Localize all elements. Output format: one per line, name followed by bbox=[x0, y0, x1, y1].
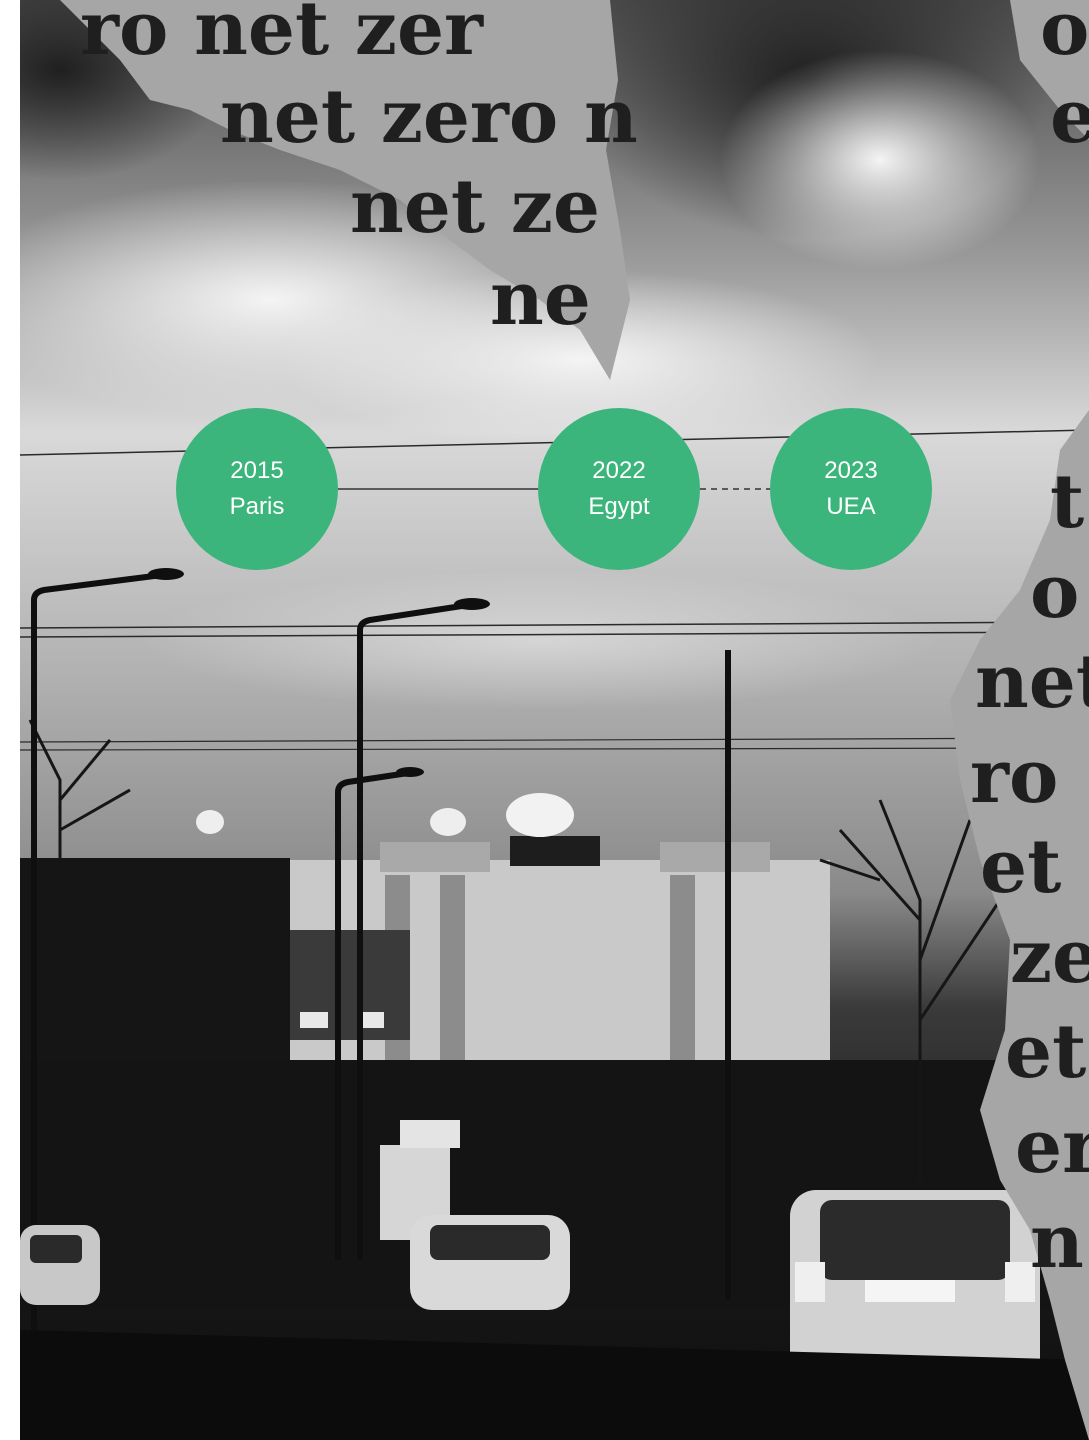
car-left bbox=[20, 1225, 100, 1305]
milestone-year: 2023 bbox=[824, 457, 878, 484]
cloud bbox=[140, 570, 940, 710]
milestone-2023-uea: 2023 UEA bbox=[770, 408, 932, 570]
lamp-head bbox=[396, 767, 424, 777]
milestone-2022-egypt: 2022 Egypt bbox=[538, 408, 700, 570]
factory-column bbox=[670, 875, 695, 1065]
paper-text: net bbox=[975, 639, 1089, 725]
milestone-2015-paris: 2015 Paris bbox=[176, 408, 338, 570]
paper-text: er bbox=[1015, 1104, 1089, 1190]
paper-text: o bbox=[1030, 549, 1080, 635]
paper-text: t bbox=[1050, 459, 1085, 545]
paper-text: et bbox=[980, 824, 1062, 910]
milestone-place: Paris bbox=[229, 493, 285, 520]
street-sign bbox=[400, 1120, 460, 1148]
paper-text: net ze bbox=[350, 164, 600, 250]
cloud bbox=[720, 50, 1040, 270]
power-line bbox=[20, 747, 1089, 751]
window bbox=[360, 1012, 384, 1028]
power-line bbox=[20, 737, 1089, 743]
factory-roof-unit bbox=[660, 842, 770, 872]
milestone-year: 2015 bbox=[230, 457, 284, 484]
factory-roof-unit bbox=[380, 842, 490, 872]
paper-text: ne bbox=[490, 256, 591, 342]
paper-text: e bbox=[1050, 74, 1089, 160]
lamp-head bbox=[454, 598, 490, 610]
steam bbox=[430, 808, 466, 836]
steam bbox=[506, 793, 574, 837]
factory-roof-unit bbox=[510, 836, 600, 866]
paper-text: ro net zer bbox=[80, 0, 484, 72]
steam bbox=[196, 810, 224, 834]
paper-text: net zero n bbox=[220, 74, 638, 160]
paper-text: zer bbox=[1010, 914, 1089, 1000]
paper-text: n bbox=[1030, 1199, 1084, 1285]
car-white-van bbox=[410, 1215, 570, 1310]
paper-text: o bbox=[1040, 0, 1089, 72]
billboard bbox=[20, 858, 290, 1068]
factory-column bbox=[440, 875, 465, 1065]
milestone-place: Egypt bbox=[588, 493, 650, 520]
paper-text: ro bbox=[970, 734, 1059, 820]
net-zero-poster: ro net zer net zero n net ze ne o e t o … bbox=[20, 0, 1089, 1440]
milestone-year: 2022 bbox=[592, 457, 646, 484]
window bbox=[300, 1012, 328, 1028]
milestone-place: UEA bbox=[826, 493, 876, 520]
paper-text: et bbox=[1005, 1009, 1087, 1095]
lamp-head bbox=[148, 568, 184, 580]
